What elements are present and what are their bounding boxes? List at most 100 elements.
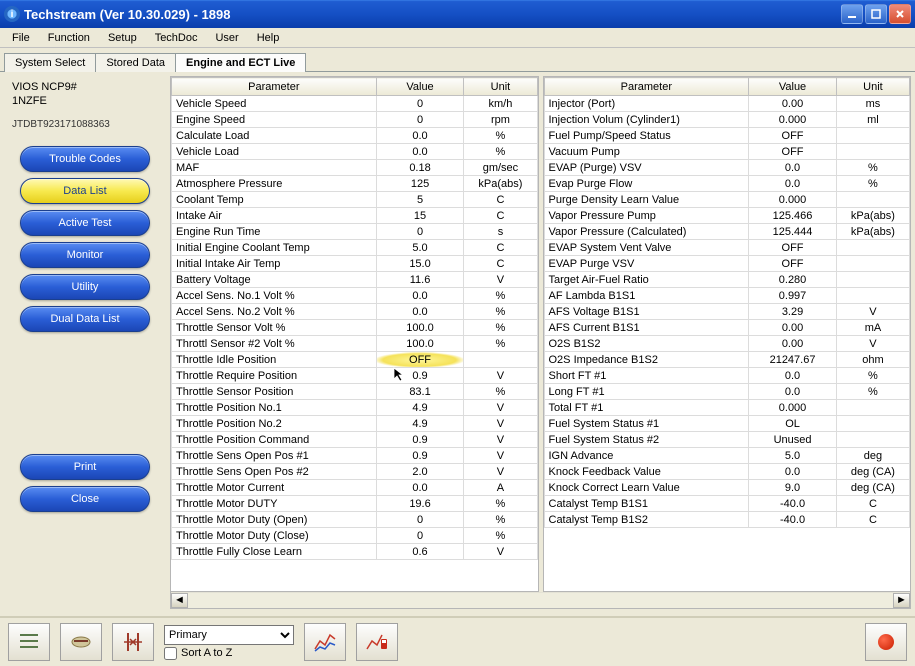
table-row[interactable]: Throttle Sens Open Pos #22.0V [172, 464, 538, 480]
table-row[interactable]: Target Air-Fuel Ratio0.280 [544, 272, 910, 288]
table-row[interactable]: Battery Voltage11.6V [172, 272, 538, 288]
table-row[interactable]: Throttle Sensor Position83.1% [172, 384, 538, 400]
sort-a-to-z-label[interactable]: Sort A to Z [164, 647, 294, 660]
menu-techdoc[interactable]: TechDoc [147, 30, 206, 46]
col-header-parameter[interactable]: Parameter [172, 78, 377, 96]
table-row[interactable]: Fuel Pump/Speed StatusOFF [544, 128, 910, 144]
table-row[interactable]: Purge Density Learn Value0.000 [544, 192, 910, 208]
table-row[interactable]: O2S Impedance B1S221247.67ohm [544, 352, 910, 368]
col-header-unit[interactable]: Unit [464, 78, 537, 96]
table-row[interactable]: Engine Speed0rpm [172, 112, 538, 128]
close-page-button[interactable]: Close [20, 486, 150, 512]
dual-data-list-button[interactable]: Dual Data List [20, 306, 150, 332]
table-row[interactable]: AF Lambda B1S10.997 [544, 288, 910, 304]
table-row[interactable]: Vehicle Speed0km/h [172, 96, 538, 112]
table-row[interactable]: Throttle Require Position0.9V [172, 368, 538, 384]
table-row[interactable]: Knock Correct Learn Value9.0deg (CA) [544, 480, 910, 496]
menu-file[interactable]: File [4, 30, 38, 46]
table-row[interactable]: EVAP System Vent ValveOFF [544, 240, 910, 256]
scroll-track[interactable] [188, 593, 893, 608]
table-row[interactable]: Catalyst Temp B1S2-40.0C [544, 512, 910, 528]
table-row[interactable]: Injection Volum (Cylinder1)0.000ml [544, 112, 910, 128]
table-row[interactable]: MAF0.18gm/sec [172, 160, 538, 176]
minimize-button[interactable] [841, 4, 863, 24]
sort-select[interactable]: Primary [164, 625, 294, 645]
data-table-right[interactable]: Parameter Value Unit Injector (Port)0.00… [543, 76, 912, 592]
sort-a-to-z-text: Sort A to Z [181, 647, 232, 659]
table-row[interactable]: Coolant Temp5C [172, 192, 538, 208]
table-row[interactable]: Evap Purge Flow0.0% [544, 176, 910, 192]
table-row[interactable]: Initial Engine Coolant Temp5.0C [172, 240, 538, 256]
table-row[interactable]: Initial Intake Air Temp15.0C [172, 256, 538, 272]
horizontal-scrollbar[interactable]: ◄ ► [170, 592, 911, 609]
maximize-button[interactable] [865, 4, 887, 24]
table-row[interactable]: Throttle Position No.24.9V [172, 416, 538, 432]
graph-button-1[interactable] [304, 623, 346, 661]
table-row[interactable]: Intake Air15C [172, 208, 538, 224]
graph-fuel-button[interactable] [356, 623, 398, 661]
scroll-left-arrow[interactable]: ◄ [171, 593, 188, 608]
table-row[interactable]: Long FT #10.0% [544, 384, 910, 400]
table-row[interactable]: Injector (Port)0.00ms [544, 96, 910, 112]
table-row[interactable]: Fuel System Status #1OL [544, 416, 910, 432]
table-row[interactable]: Atmosphere Pressure125kPa(abs) [172, 176, 538, 192]
table-row[interactable]: EVAP Purge VSVOFF [544, 256, 910, 272]
col-header-value[interactable]: Value [376, 78, 464, 96]
table-row[interactable]: Throttle Motor Duty (Open)0% [172, 512, 538, 528]
menu-setup[interactable]: Setup [100, 30, 145, 46]
table-row[interactable]: Throttl Sensor #2 Volt %100.0% [172, 336, 538, 352]
data-table-left[interactable]: Parameter Value Unit Vehicle Speed0km/hE… [170, 76, 539, 592]
cell-parameter: Long FT #1 [544, 384, 749, 400]
table-row[interactable]: Fuel System Status #2Unused [544, 432, 910, 448]
col-header-unit[interactable]: Unit [836, 78, 909, 96]
menu-user[interactable]: User [207, 30, 246, 46]
table-row[interactable]: Throttle Position No.14.9V [172, 400, 538, 416]
table-row[interactable]: Throttle Fully Close Learn0.6V [172, 544, 538, 560]
monitor-button[interactable]: Monitor [20, 242, 150, 268]
sort-a-to-z-checkbox[interactable] [164, 647, 177, 660]
filter-button[interactable] [60, 623, 102, 661]
table-row[interactable]: Accel Sens. No.1 Volt %0.0% [172, 288, 538, 304]
data-list-button[interactable]: Data List [20, 178, 150, 204]
table-row[interactable]: Short FT #10.0% [544, 368, 910, 384]
cell-parameter: Vapor Pressure Pump [544, 208, 749, 224]
col-header-value[interactable]: Value [749, 78, 837, 96]
table-row[interactable]: Accel Sens. No.2 Volt %0.0% [172, 304, 538, 320]
table-row[interactable]: Throttle Motor DUTY19.6% [172, 496, 538, 512]
table-row[interactable]: Throttle Idle PositionOFF [172, 352, 538, 368]
table-row[interactable]: Throttle Position Command0.9V [172, 432, 538, 448]
trouble-codes-button[interactable]: Trouble Codes [20, 146, 150, 172]
scroll-right-arrow[interactable]: ► [893, 593, 910, 608]
menu-help[interactable]: Help [249, 30, 288, 46]
menu-function[interactable]: Function [40, 30, 98, 46]
print-button[interactable]: Print [20, 454, 150, 480]
record-button[interactable] [865, 623, 907, 661]
tab-system-select[interactable]: System Select [4, 53, 96, 72]
table-row[interactable]: Throttle Motor Duty (Close)0% [172, 528, 538, 544]
table-row[interactable]: Calculate Load0.0% [172, 128, 538, 144]
table-row[interactable]: Vapor Pressure Pump125.466kPa(abs) [544, 208, 910, 224]
table-row[interactable]: AFS Current B1S10.00mA [544, 320, 910, 336]
table-row[interactable]: Total FT #10.000 [544, 400, 910, 416]
expand-columns-button[interactable] [112, 623, 154, 661]
table-row[interactable]: Catalyst Temp B1S1-40.0C [544, 496, 910, 512]
utility-button[interactable]: Utility [20, 274, 150, 300]
tab-engine-ect-live[interactable]: Engine and ECT Live [175, 53, 306, 72]
table-row[interactable]: Throttle Motor Current0.0A [172, 480, 538, 496]
col-header-parameter[interactable]: Parameter [544, 78, 749, 96]
active-test-button[interactable]: Active Test [20, 210, 150, 236]
table-row[interactable]: Vacuum PumpOFF [544, 144, 910, 160]
table-row[interactable]: Throttle Sensor Volt %100.0% [172, 320, 538, 336]
table-row[interactable]: Engine Run Time0s [172, 224, 538, 240]
table-row[interactable]: O2S B1S20.00V [544, 336, 910, 352]
table-row[interactable]: AFS Voltage B1S13.29V [544, 304, 910, 320]
close-button[interactable] [889, 4, 911, 24]
tab-stored-data[interactable]: Stored Data [95, 53, 176, 72]
list-view-button[interactable] [8, 623, 50, 661]
table-row[interactable]: IGN Advance5.0deg [544, 448, 910, 464]
table-row[interactable]: Throttle Sens Open Pos #10.9V [172, 448, 538, 464]
table-row[interactable]: Vapor Pressure (Calculated)125.444kPa(ab… [544, 224, 910, 240]
table-row[interactable]: EVAP (Purge) VSV0.0% [544, 160, 910, 176]
table-row[interactable]: Knock Feedback Value0.0deg (CA) [544, 464, 910, 480]
table-row[interactable]: Vehicle Load0.0% [172, 144, 538, 160]
